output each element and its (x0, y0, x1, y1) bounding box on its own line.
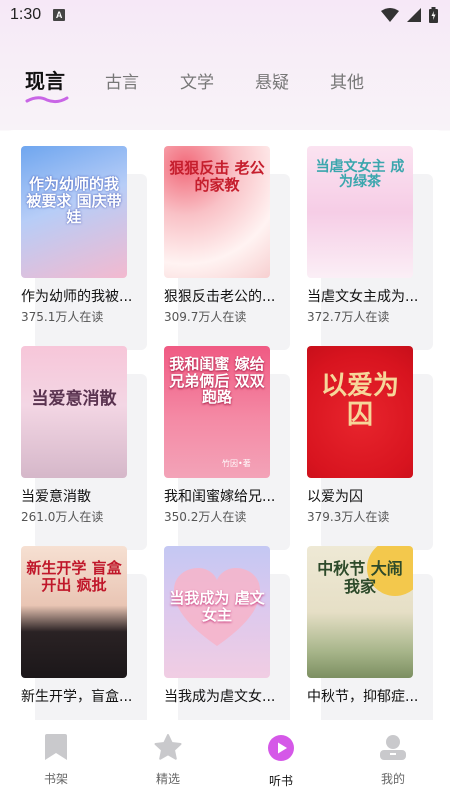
cover-title: 我和闺蜜 嫁给兄弟俩后 双双跑路 (169, 355, 265, 406)
tab-guyan[interactable]: 古言 (105, 68, 139, 93)
cover-title: 狠狠反击 老公的家教 (169, 159, 265, 194)
book-card[interactable]: 以爱为囚 以爱为囚 379.3万人在读 (307, 346, 433, 550)
status-icons (381, 7, 438, 23)
signal-icon (407, 8, 421, 22)
cover-title: 当我成为 虐文女主 (169, 589, 265, 624)
book-cover: 当虐文女主 成为绿茶 (307, 146, 413, 278)
book-title: 作为幼师的我被... (21, 289, 133, 305)
cover-title: 作为幼师的我 被要求 国庆带娃 (26, 175, 122, 226)
status-time: 1:30 (10, 6, 42, 23)
tab-xianyan[interactable]: 现言 (25, 65, 65, 94)
cover-title: 当虐文女主 成为绿茶 (315, 159, 405, 191)
book-readers: 379.3万人在读 (307, 510, 390, 524)
user-icon (380, 735, 406, 760)
cover-title: 以爱为囚 (320, 371, 399, 430)
nav-bookshelf[interactable]: 书架 (26, 734, 86, 787)
book-card[interactable]: 作为幼师的我 被要求 国庆带娃 作为幼师的我被... 375.1万人在读 (21, 146, 147, 350)
book-cover: 新生开学 盲盒开出 疯批 (21, 546, 127, 678)
book-readers: 350.2万人在读 (164, 510, 247, 524)
book-readers: 309.7万人在读 (164, 310, 247, 324)
book-grid: 作为幼师的我 被要求 国庆带娃 作为幼师的我被... 375.1万人在读 狠狠反… (0, 130, 450, 720)
nav-label: 精选 (155, 772, 180, 786)
book-cover: 中秋节 大闹我家 (307, 546, 413, 678)
book-card[interactable]: 当爱意消散 当爱意消散 261.0万人在读 (21, 346, 147, 550)
tab-wenxue[interactable]: 文学 (180, 68, 214, 93)
book-cover: 当爱意消散 (21, 346, 127, 478)
book-readers: 261.0万人在读 (21, 510, 104, 524)
book-cover: 我和闺蜜 嫁给兄弟俩后 双双跑路 竹因•著 (164, 346, 270, 478)
book-title: 狠狠反击老公的... (164, 289, 276, 305)
book-title: 我和闺蜜嫁给兄... (164, 489, 276, 505)
tab-qita[interactable]: 其他 (330, 68, 364, 93)
book-title: 当虐文女主成为... (307, 289, 419, 305)
nav-featured[interactable]: 精选 (138, 734, 198, 787)
nav-label: 听书 (268, 774, 293, 788)
nav-label: 我的 (380, 772, 405, 786)
book-cover: 作为幼师的我 被要求 国庆带娃 (21, 146, 127, 278)
book-card[interactable]: 当我成为 虐文女主 当我成为虐文女... (164, 546, 290, 720)
book-cover: 当我成为 虐文女主 (164, 546, 270, 678)
book-title: 新生开学，盲盒... (21, 689, 133, 705)
cover-title: 当爱意消散 (31, 389, 117, 409)
nav-label: 书架 (43, 772, 68, 786)
book-card[interactable]: 当虐文女主 成为绿茶 当虐文女主成为... 372.7万人在读 (307, 146, 433, 350)
book-title: 中秋节，抑郁症... (307, 689, 419, 705)
wifi-icon (381, 8, 399, 22)
book-card[interactable]: 我和闺蜜 嫁给兄弟俩后 双双跑路 竹因•著 我和闺蜜嫁给兄... 350.2万人… (164, 346, 290, 550)
battery-icon (429, 7, 438, 23)
notification-a-icon: A (53, 9, 66, 21)
cover-author: 竹因•著 (222, 459, 251, 468)
tab-active-indicator (25, 96, 69, 104)
nav-profile[interactable]: 我的 (363, 734, 423, 787)
book-card[interactable]: 中秋节 大闹我家 中秋节，抑郁症... (307, 546, 433, 720)
book-cover: 狠狠反击 老公的家教 (164, 146, 270, 278)
star-icon (154, 734, 182, 760)
status-bar: 1:30 A (0, 0, 450, 30)
category-tabs: 现言 古言 文学 悬疑 其他 (0, 68, 450, 112)
play-icon (268, 735, 294, 761)
book-card[interactable]: 新生开学 盲盒开出 疯批 新生开学，盲盒... (21, 546, 147, 720)
cover-title: 中秋节 大闹我家 (317, 559, 403, 596)
tab-xuanyi[interactable]: 悬疑 (255, 68, 289, 93)
book-title: 当我成为虐文女... (164, 689, 276, 705)
nav-audiobook[interactable]: 听书 (251, 734, 311, 789)
book-card[interactable]: 狠狠反击 老公的家教 狠狠反击老公的... 309.7万人在读 (164, 146, 290, 350)
book-title: 当爱意消散 (21, 489, 91, 505)
bottom-nav: 书架 精选 听书 我的 (0, 720, 450, 800)
book-title: 以爱为囚 (307, 489, 363, 505)
cover-title: 新生开学 盲盒开出 疯批 (26, 559, 122, 594)
book-readers: 372.7万人在读 (307, 310, 390, 324)
book-cover: 以爱为囚 (307, 346, 413, 478)
book-readers: 375.1万人在读 (21, 310, 104, 324)
bookmark-icon (45, 734, 67, 760)
